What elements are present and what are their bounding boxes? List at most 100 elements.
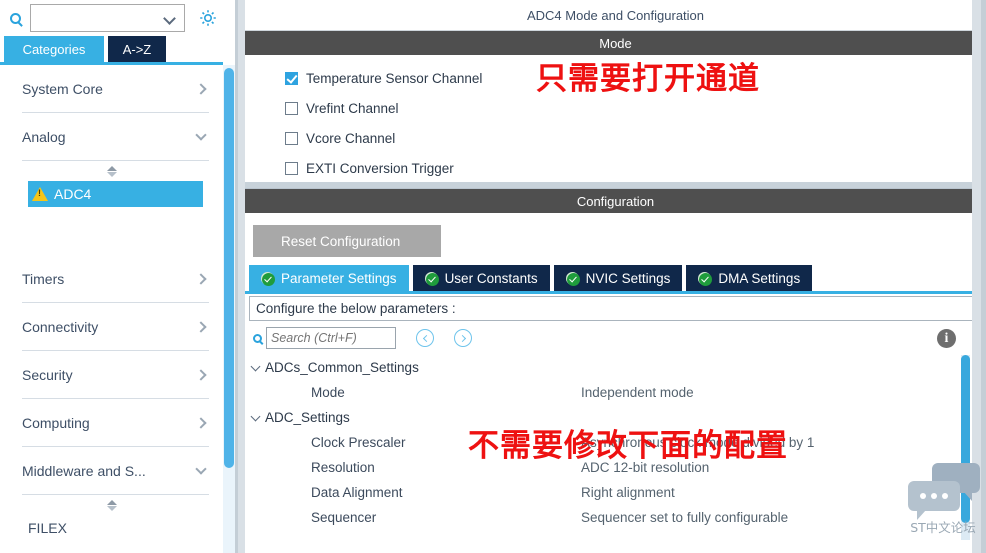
next-icon[interactable] — [454, 329, 472, 347]
sidebar-tabs: Categories A->Z — [0, 36, 240, 62]
checkbox-vcore-channel[interactable] — [285, 131, 298, 145]
prev-icon[interactable] — [416, 329, 434, 347]
table-row[interactable]: Clock Prescaler Asynchronous clock mode … — [245, 430, 986, 455]
parameter-search-row: i — [245, 321, 986, 355]
sidebar-item-label: ADC4 — [54, 186, 92, 202]
sidebar-item-label: Middleware and S... — [22, 462, 146, 479]
checkbox-temperature-sensor-channel[interactable] — [285, 71, 298, 85]
chevron-down-icon[interactable] — [245, 361, 265, 373]
configuration-section-header: Configuration — [245, 189, 986, 213]
sidebar-item-system-core[interactable]: System Core — [22, 65, 209, 113]
sidebar-scrollbar-thumb[interactable] — [224, 68, 234, 468]
sidebar-item-label: System Core — [22, 80, 103, 97]
scroll-up-spinner[interactable] — [0, 161, 223, 181]
sidebar-item-label: Computing — [22, 414, 90, 431]
checkbox-label: Vcore Channel — [306, 130, 396, 146]
checkbox-row-exti-conversion-trigger[interactable]: EXTI Conversion Trigger — [245, 153, 986, 183]
reset-configuration-button[interactable]: Reset Configuration — [253, 225, 441, 257]
page-title: ADC4 Mode and Configuration — [245, 0, 986, 31]
sidebar-item-timers[interactable]: Timers — [22, 255, 209, 303]
category-list[interactable]: System Core Analog ADC4 Timers — [0, 65, 223, 553]
checkbox-row-vrefint-channel[interactable]: Vrefint Channel — [245, 93, 986, 123]
parameter-name: Data Alignment — [311, 485, 403, 500]
tab-parameter-settings[interactable]: Parameter Settings — [249, 265, 409, 291]
checkbox-vrefint-channel[interactable] — [285, 101, 298, 115]
chevron-down-icon — [195, 462, 207, 475]
check-circle-icon — [261, 271, 275, 286]
table-row[interactable]: Sequencer Sequencer set to fully configu… — [245, 505, 986, 530]
parameter-value[interactable]: ADC 12-bit resolution — [581, 460, 709, 475]
sidebar-item-label: Timers — [22, 270, 65, 287]
configure-hint: Configure the below parameters : — [249, 296, 982, 321]
sidebar-item-security[interactable]: Security — [22, 351, 209, 399]
triangle-down-icon — [106, 505, 117, 511]
triangle-up-icon — [106, 165, 117, 171]
tab-a-to-z[interactable]: A->Z — [108, 36, 166, 62]
triangle-down-icon — [106, 171, 117, 177]
parameter-value[interactable]: Sequencer set to fully configurable — [581, 510, 788, 525]
tab-dma-settings[interactable]: DMA Settings — [686, 265, 813, 291]
chevron-right-icon — [195, 368, 207, 381]
table-row[interactable]: Data Alignment Right alignment — [245, 480, 986, 505]
tree-group-adcs-common-settings[interactable]: ADCs_Common_Settings — [245, 355, 986, 380]
scroll-up-spinner-2[interactable] — [0, 495, 223, 515]
search-icon[interactable] — [0, 3, 30, 33]
reset-button-wrapper: Reset Configuration — [245, 213, 986, 265]
mode-section-body: Temperature Sensor Channel Vrefint Chann… — [245, 55, 986, 189]
component-search-combobox[interactable] — [30, 4, 185, 32]
tab-categories-label: Categories — [22, 41, 86, 57]
parameter-name: Clock Prescaler — [311, 435, 406, 450]
search-icon[interactable] — [253, 333, 262, 343]
sidebar-item-label: Connectivity — [22, 318, 99, 335]
parameter-name: Resolution — [311, 460, 375, 475]
configuration-tabs: Parameter Settings User Constants NVIC S… — [249, 265, 986, 291]
sidebar-item-analog[interactable]: Analog — [22, 113, 209, 161]
parameter-name: Mode — [311, 385, 345, 400]
check-circle-icon — [698, 271, 713, 286]
parameter-search-input[interactable] — [266, 327, 396, 349]
chevron-right-icon — [195, 320, 207, 333]
info-icon[interactable]: i — [937, 329, 956, 348]
configuration-section-body: Reset Configuration Parameter Settings U… — [245, 213, 986, 540]
tree-group-adc-settings[interactable]: ADC_Settings — [245, 405, 986, 430]
parameter-tree[interactable]: ADCs_Common_Settings Mode Independent mo… — [245, 355, 986, 540]
sidebar-item-connectivity[interactable]: Connectivity — [22, 303, 209, 351]
chevron-down-icon[interactable] — [245, 411, 265, 423]
tab-label: NVIC Settings — [585, 270, 671, 286]
table-row[interactable]: Mode Independent mode — [245, 380, 986, 405]
chevron-right-icon — [195, 272, 207, 285]
tab-label: Parameter Settings — [281, 270, 397, 286]
tree-scrollbar-thumb[interactable] — [961, 355, 970, 523]
table-row[interactable]: Resolution ADC 12-bit resolution — [245, 455, 986, 480]
tab-label: DMA Settings — [718, 270, 801, 286]
tab-categories[interactable]: Categories — [4, 36, 104, 62]
gear-icon[interactable] — [191, 3, 225, 33]
checkbox-exti-conversion-trigger[interactable] — [285, 161, 298, 175]
tree-group-label: ADC_Settings — [265, 410, 350, 425]
sidebar-item-adc4[interactable]: ADC4 — [28, 181, 203, 207]
checkbox-label: EXTI Conversion Trigger — [306, 160, 454, 176]
parameter-value[interactable]: Right alignment — [581, 485, 675, 500]
sidebar-search-row — [0, 0, 240, 36]
chevron-down-icon[interactable] — [163, 12, 176, 25]
parameter-value[interactable]: Asynchronous clock mode divided by 1 — [581, 435, 814, 450]
sidebar-item-middleware[interactable]: Middleware and S... — [22, 447, 209, 495]
main-panel: ADC4 Mode and Configuration Mode Tempera… — [245, 0, 986, 553]
sidebar-divider-inner — [238, 0, 245, 553]
checkbox-row-vcore-channel[interactable]: Vcore Channel — [245, 123, 986, 153]
sidebar-item-label: Analog — [22, 128, 66, 145]
configuration-tab-underline — [245, 291, 986, 294]
tab-user-constants[interactable]: User Constants — [412, 265, 550, 291]
checkbox-row-temperature-sensor-channel[interactable]: Temperature Sensor Channel — [245, 63, 986, 93]
warning-triangle-icon — [32, 187, 48, 201]
checkbox-label: Vrefint Channel — [306, 100, 399, 116]
chevron-down-icon — [195, 128, 207, 141]
component-search-input[interactable] — [35, 6, 160, 30]
sidebar-item-computing[interactable]: Computing — [22, 399, 209, 447]
sidebar-item-label: FILEX — [28, 520, 67, 536]
sidebar-item-filex[interactable]: FILEX — [28, 515, 223, 541]
tab-nvic-settings[interactable]: NVIC Settings — [553, 265, 683, 291]
triangle-up-icon — [106, 499, 117, 505]
parameter-value[interactable]: Independent mode — [581, 385, 694, 400]
tab-label: User Constants — [444, 270, 538, 286]
